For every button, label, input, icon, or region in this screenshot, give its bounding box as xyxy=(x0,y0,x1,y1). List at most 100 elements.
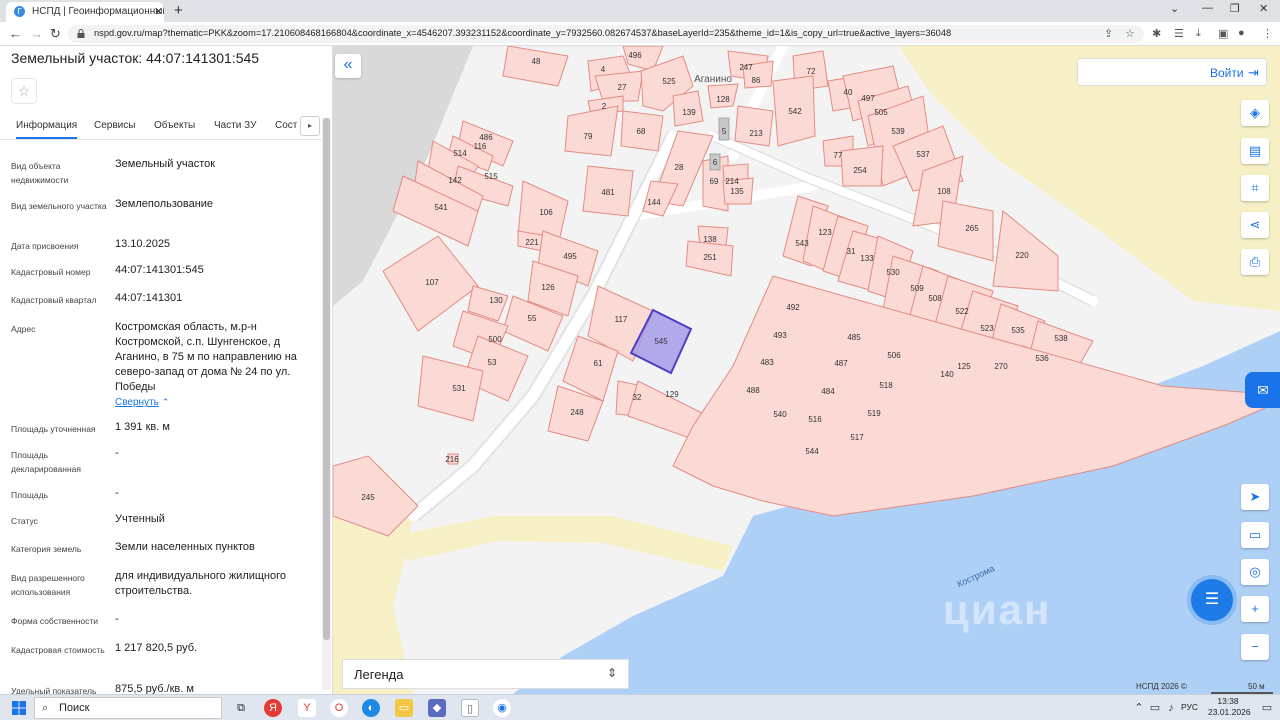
row-value: 1 391 кв. м xyxy=(115,421,170,433)
parcel-label-55: 55 xyxy=(528,314,537,323)
parcel-label-515: 515 xyxy=(484,172,498,181)
new-tab-icon[interactable]: + xyxy=(174,2,183,19)
language-indicator[interactable]: РУС xyxy=(1181,702,1198,712)
scale-label: 50 м xyxy=(1248,682,1265,691)
login-bar[interactable]: Войти ⇥ xyxy=(1077,58,1267,86)
layers-icon[interactable]: ◈ xyxy=(1241,100,1269,126)
yandex-browser-icon[interactable]: Я xyxy=(264,699,282,717)
chevron-up-icon[interactable]: ⌃ xyxy=(162,397,170,407)
notifications-icon[interactable]: ▭ xyxy=(1258,699,1276,717)
close-tab-icon[interactable]: ✕ xyxy=(154,5,163,18)
gosuslugi-widget-icon[interactable]: ✉ xyxy=(1245,372,1280,408)
parcel-label-495: 495 xyxy=(563,252,577,261)
parcel-label-530: 530 xyxy=(886,268,900,277)
row-label: Вид земельного участка xyxy=(11,201,107,211)
parcel-label-108: 108 xyxy=(937,187,951,196)
parcels-layer[interactable]: 4844962752524786724049750553953727968139… xyxy=(333,46,1280,694)
close-window-icon[interactable]: ✕ xyxy=(1259,2,1268,15)
parcel-label-69: 69 xyxy=(710,177,719,186)
print-icon[interactable]: ⎙ xyxy=(1241,249,1269,275)
minimize-icon[interactable]: — xyxy=(1202,2,1213,14)
locate-icon[interactable]: ➤ xyxy=(1241,484,1269,510)
expand-icon[interactable]: ⇕ xyxy=(607,666,617,680)
collapse-link[interactable]: Свернуть xyxy=(115,397,159,408)
extensions-icon[interactable]: ✱ xyxy=(1152,27,1161,40)
share-icon[interactable]: ⇪ xyxy=(1104,27,1113,40)
parcel-label-129: 129 xyxy=(665,390,679,399)
parcel-label-4: 4 xyxy=(601,65,606,74)
parcel-label-517: 517 xyxy=(850,433,864,442)
nspd-favicon-icon: Г xyxy=(14,6,25,17)
side-panel-icon[interactable]: ▣ xyxy=(1218,27,1228,40)
select-area-icon[interactable]: ⌗ xyxy=(1241,175,1269,201)
parcel-label-539: 539 xyxy=(891,127,905,136)
yandex-icon[interactable]: Y xyxy=(298,699,316,717)
ruler-icon[interactable]: ▤ xyxy=(1241,138,1269,164)
windows-start-icon[interactable] xyxy=(12,701,26,715)
address-bar[interactable]: nspd.gov.ru/map?thematic=PKK&zoom=17.210… xyxy=(68,25,1144,43)
menu-icon[interactable]: ⋮ xyxy=(1262,27,1273,40)
panel-scrollbar[interactable] xyxy=(322,118,331,690)
parcel-label-248: 248 xyxy=(570,408,584,417)
taskbar-search[interactable]: ⌕ Поиск xyxy=(34,697,222,719)
cadastral-map[interactable]: 48 4 496 27 525 247 86 72 40 497 505 539 537 2 79 68 139… xyxy=(333,46,1280,694)
parcel-label-541: 541 xyxy=(434,203,448,212)
legend-dropdown[interactable]: Легенда ⇕ xyxy=(342,659,629,689)
parcel-213 xyxy=(734,105,774,147)
forward-icon[interactable]: → xyxy=(30,26,43,41)
opera-icon[interactable]: O xyxy=(330,699,348,717)
tab-objects[interactable]: Объекты xyxy=(154,120,195,131)
zoom-in-icon[interactable]: + xyxy=(1241,596,1269,622)
tabs-next-icon[interactable]: ▸ xyxy=(300,116,320,136)
share-map-icon[interactable]: ⋖ xyxy=(1241,212,1269,238)
bookmark-star-icon[interactable]: ☆ xyxy=(1125,27,1135,40)
login-icon[interactable]: ⇥ xyxy=(1248,65,1259,81)
row-value: 44:07:141301 xyxy=(115,292,183,304)
profile-icon[interactable]: ● xyxy=(1238,27,1245,39)
zoom-out-icon[interactable]: − xyxy=(1241,634,1269,660)
parcel-label-28: 28 xyxy=(675,163,684,172)
parcel-label-79: 79 xyxy=(584,132,593,141)
row-value: 13.10.2025 xyxy=(115,238,171,250)
legend-label: Легенда xyxy=(354,667,404,682)
document-icon[interactable]: ▯ xyxy=(461,699,479,717)
search-location-icon[interactable]: ◎ xyxy=(1241,559,1269,585)
tab-state[interactable]: Сост xyxy=(275,120,297,131)
parcel-label-123: 123 xyxy=(818,228,832,237)
restore-icon[interactable]: ❐ xyxy=(1230,2,1240,15)
tab-search-icon[interactable]: ⌄ xyxy=(1170,2,1179,15)
row-value: 44:07:141301:545 xyxy=(115,264,204,276)
reading-list-icon[interactable]: ☰ xyxy=(1174,27,1184,40)
collapse-panel-button[interactable]: « xyxy=(335,54,361,78)
tab-title: НСПД | Геоинформационный п xyxy=(32,6,164,17)
row-label: Статус xyxy=(11,516,38,526)
parcel-label-536: 536 xyxy=(1035,354,1049,363)
parcel-label-213: 213 xyxy=(749,129,763,138)
favorite-star-icon[interactable]: ☆ xyxy=(11,78,37,104)
scroll-thumb[interactable] xyxy=(323,118,330,640)
chat-icon[interactable]: ☰ xyxy=(1191,579,1233,621)
edge-icon[interactable]: ◐ xyxy=(362,699,380,717)
tab-information[interactable]: Информация xyxy=(16,120,78,139)
parcel-info-panel: Земельный участок: 44:07:141301:545 ☆ Ин… xyxy=(0,46,333,694)
minimap-icon[interactable]: ▭ xyxy=(1241,522,1269,548)
tab-parts[interactable]: Части ЗУ xyxy=(214,120,256,131)
app-icon[interactable]: ◆ xyxy=(428,699,446,717)
lock-icon xyxy=(77,29,85,38)
parcel-label-522: 522 xyxy=(955,307,969,316)
task-view-icon[interactable]: ⧉ xyxy=(232,699,250,717)
download-icon[interactable]: ⤓ xyxy=(1196,27,1201,40)
row-label: Вид разрешенного использования xyxy=(11,573,85,597)
volume-icon[interactable]: ♪ xyxy=(1162,699,1180,717)
login-label[interactable]: Войти xyxy=(1210,66,1244,80)
clock[interactable]: 13:38 23.01.2026 xyxy=(1208,696,1251,718)
parcel-label-481: 481 xyxy=(601,188,615,197)
parcel-label-492: 492 xyxy=(786,303,800,312)
tab-services[interactable]: Сервисы xyxy=(94,120,135,131)
chrome-icon[interactable]: ◉ xyxy=(493,699,511,717)
back-icon[interactable]: ← xyxy=(9,26,22,41)
browser-tab[interactable]: Г НСПД | Геоинформационный п ✕ xyxy=(6,2,164,22)
file-explorer-icon[interactable]: ▭ xyxy=(395,699,413,717)
reload-icon[interactable]: ↻ xyxy=(50,26,61,42)
parcel-label-497: 497 xyxy=(861,94,875,103)
